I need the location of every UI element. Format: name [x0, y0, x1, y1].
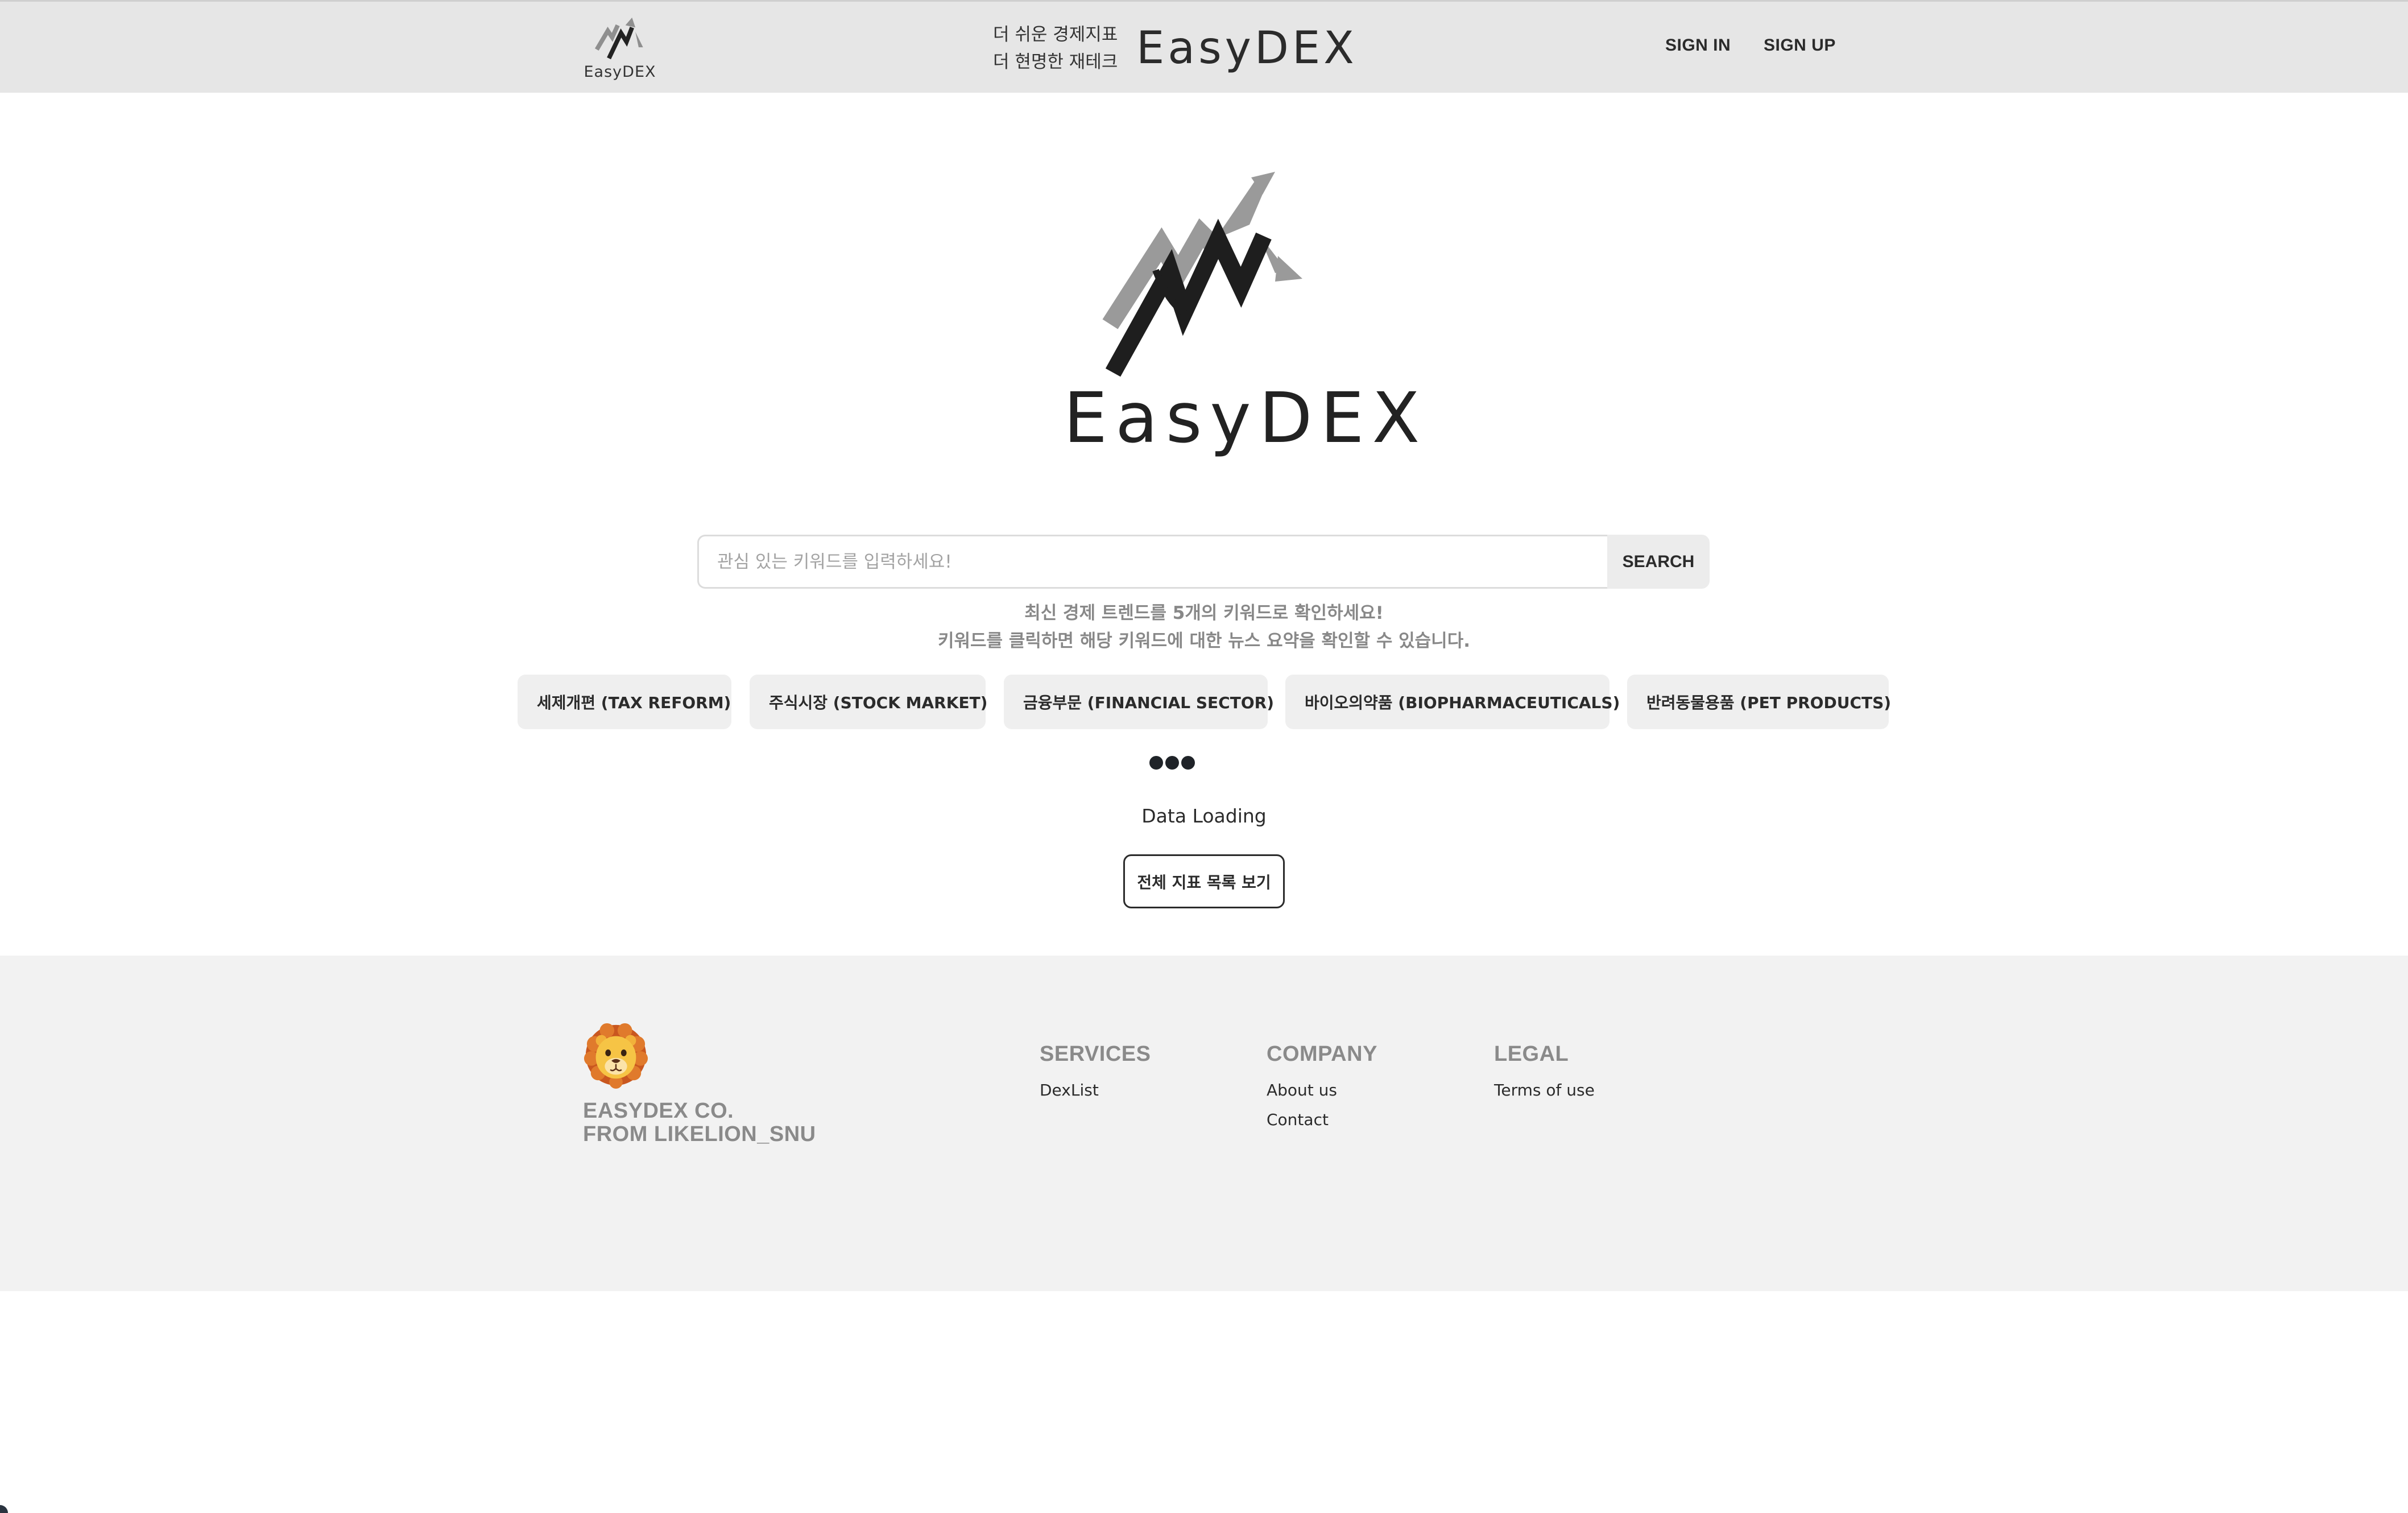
top-header: EasyDEX 더 쉬운 경제지표 더 현명한 재테크 EasyDEX SIGN…	[0, 0, 2408, 93]
view-all-indicators-button[interactable]: 전체 지표 목록 보기	[1123, 854, 1285, 908]
keyword-chip-financial-sector[interactable]: 금융부문 (FINANCIAL SECTOR)	[1004, 675, 1274, 729]
hint-text-line-2: 키워드를 클릭하면 해당 키워드에 대한 뉴스 요약을 확인할 수 있습니다.	[938, 631, 1470, 651]
company-line-1: EASYDEX CO.	[583, 1099, 734, 1123]
loading-dot	[1181, 756, 1195, 770]
keyword-chip-pet-products[interactable]: 반려동물용품 (PET PRODUCTS)	[1627, 675, 1891, 729]
loading-dot	[1165, 756, 1179, 770]
search-button[interactable]: SEARCH	[1607, 535, 1710, 589]
search-input[interactable]	[697, 535, 1607, 589]
footer-legal-heading: LEGAL	[1494, 1042, 1569, 1066]
logo-chart-icon	[594, 17, 643, 60]
footer-company-name: EASYDEX CO. FROM LIKELION_SNU	[583, 1099, 816, 1146]
footer	[0, 956, 2408, 1291]
sign-up-link[interactable]: SIGN UP	[1764, 36, 1836, 55]
hero-brand-title: EasyDEX	[1064, 378, 1428, 458]
footer-link-about-us[interactable]: About us	[1267, 1081, 1337, 1099]
keyword-chip-stock-market[interactable]: 주식시장 (STOCK MARKET)	[750, 675, 987, 729]
hero-chart-logo-icon	[1102, 172, 1302, 377]
loading-text: Data Loading	[1141, 805, 1267, 827]
loading-dots-icon	[1149, 756, 1195, 772]
footer-link-contact[interactable]: Contact	[1267, 1110, 1329, 1129]
lion-icon	[584, 1023, 648, 1089]
tagline-line-2: 더 현명한 재테크	[993, 52, 1118, 72]
header-logo[interactable]: EasyDEX	[583, 13, 657, 87]
company-line-2: FROM LIKELION_SNU	[583, 1122, 816, 1146]
hint-text-line-1: 최신 경제 트렌드를 5개의 키워드로 확인하세요!	[1024, 603, 1384, 623]
header-tagline: 더 쉬운 경제지표 더 현명한 재테크	[993, 21, 1118, 76]
sign-in-link[interactable]: SIGN IN	[1665, 36, 1731, 55]
keyword-chip-tax-reform[interactable]: 세제개편 (TAX REFORM)	[518, 675, 731, 729]
footer-company-heading: COMPANY	[1267, 1042, 1377, 1066]
search-bar: SEARCH	[697, 535, 1710, 589]
footer-link-dexlist[interactable]: DexList	[1040, 1081, 1099, 1099]
loading-dot	[1149, 756, 1163, 770]
footer-services-heading: SERVICES	[1040, 1042, 1151, 1066]
footer-link-terms-of-use[interactable]: Terms of use	[1494, 1081, 1595, 1099]
window-corner	[0, 1505, 8, 1513]
keyword-chip-biopharmaceuticals[interactable]: 바이오의약품 (BIOPHARMACEUTICALS)	[1285, 675, 1620, 729]
header-brand-title[interactable]: EasyDEX	[1136, 22, 1358, 75]
tagline-line-1: 더 쉬운 경제지표	[993, 24, 1118, 45]
header-logo-text: EasyDEX	[584, 63, 656, 81]
